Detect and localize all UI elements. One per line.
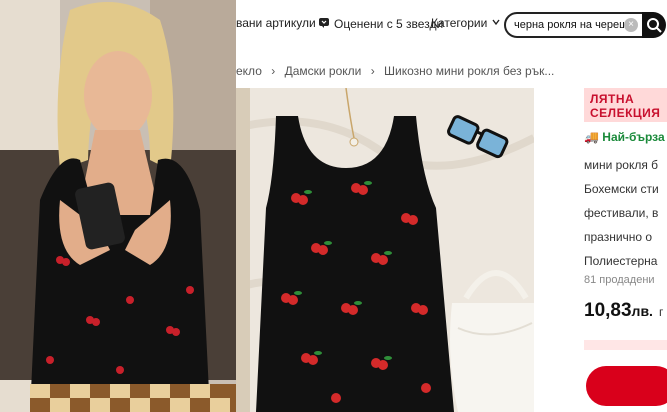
nav-rated-five-stars[interactable]: Оценени с 5 звезди	[318, 16, 443, 31]
desc-line: Бохемски сти	[584, 182, 659, 196]
top-nav: вани артикули Оценени с 5 звезди Категор…	[236, 0, 667, 48]
truck-icon: 🚚	[584, 130, 599, 144]
product-info: ЛЯТНА СЕЛЕКЦИЯ 🚚 Най-бърза мини рокля б …	[566, 88, 667, 412]
search-button[interactable]	[642, 12, 666, 38]
nav-viewed-items[interactable]: вани артикули	[236, 16, 316, 30]
desc-line: празнично о	[584, 230, 653, 244]
badge-line1: ЛЯТНА	[590, 92, 635, 106]
breadcrumb: екло › Дамски рокли › Шикозно мини рокля…	[236, 64, 554, 78]
thumbs-up-icon	[318, 16, 330, 31]
nav-categories[interactable]: Категории	[431, 16, 501, 30]
breadcrumb-item-dresses[interactable]: Дамски рокли	[285, 64, 362, 78]
desc-line: фестивали, в	[584, 206, 659, 220]
breadcrumb-item-home[interactable]: екло	[236, 64, 262, 78]
price: 10,83лв. г	[584, 300, 663, 322]
fast-delivery-text: Най-бърза	[602, 130, 665, 144]
badge-line2: СЕЛЕКЦИЯ	[590, 106, 661, 120]
nav-rated-label: Оценени с 5 звезди	[334, 16, 444, 31]
influencer-photo	[0, 0, 236, 412]
breadcrumb-separator: ›	[370, 64, 375, 78]
price-currency: лв.	[631, 303, 653, 319]
search-bar: ×	[504, 12, 666, 38]
desc-line: мини рокля б	[584, 158, 659, 172]
cherry-dress-flatlay	[236, 88, 534, 412]
woman-with-phone-illustration	[0, 0, 236, 412]
price-extra: г	[658, 305, 664, 319]
sold-count: 81 продадени	[584, 274, 655, 286]
search-icon	[647, 18, 662, 33]
summer-selection-badge: ЛЯТНА СЕЛЕКЦИЯ	[584, 88, 667, 122]
price-main: 10,83	[584, 300, 632, 321]
nav-viewed-items-label: вани артикули	[236, 16, 316, 30]
fast-delivery-label: 🚚 Най-бърза	[584, 130, 665, 144]
add-to-cart-button[interactable]	[586, 366, 667, 406]
shop-page: вани артикули Оценени с 5 звезди Категор…	[236, 0, 667, 412]
breadcrumb-item-current: Шикозно мини рокля без рък...	[384, 64, 555, 78]
product-image[interactable]	[236, 88, 534, 412]
chevron-down-icon	[491, 16, 501, 30]
close-icon[interactable]: ×	[624, 18, 638, 32]
nav-categories-label: Категории	[431, 16, 488, 30]
breadcrumb-separator: ›	[271, 64, 276, 78]
promo-bar	[584, 340, 667, 350]
image-edge-strip	[236, 88, 250, 412]
desc-line: Полиестерна	[584, 254, 658, 268]
search-input[interactable]	[514, 17, 624, 33]
